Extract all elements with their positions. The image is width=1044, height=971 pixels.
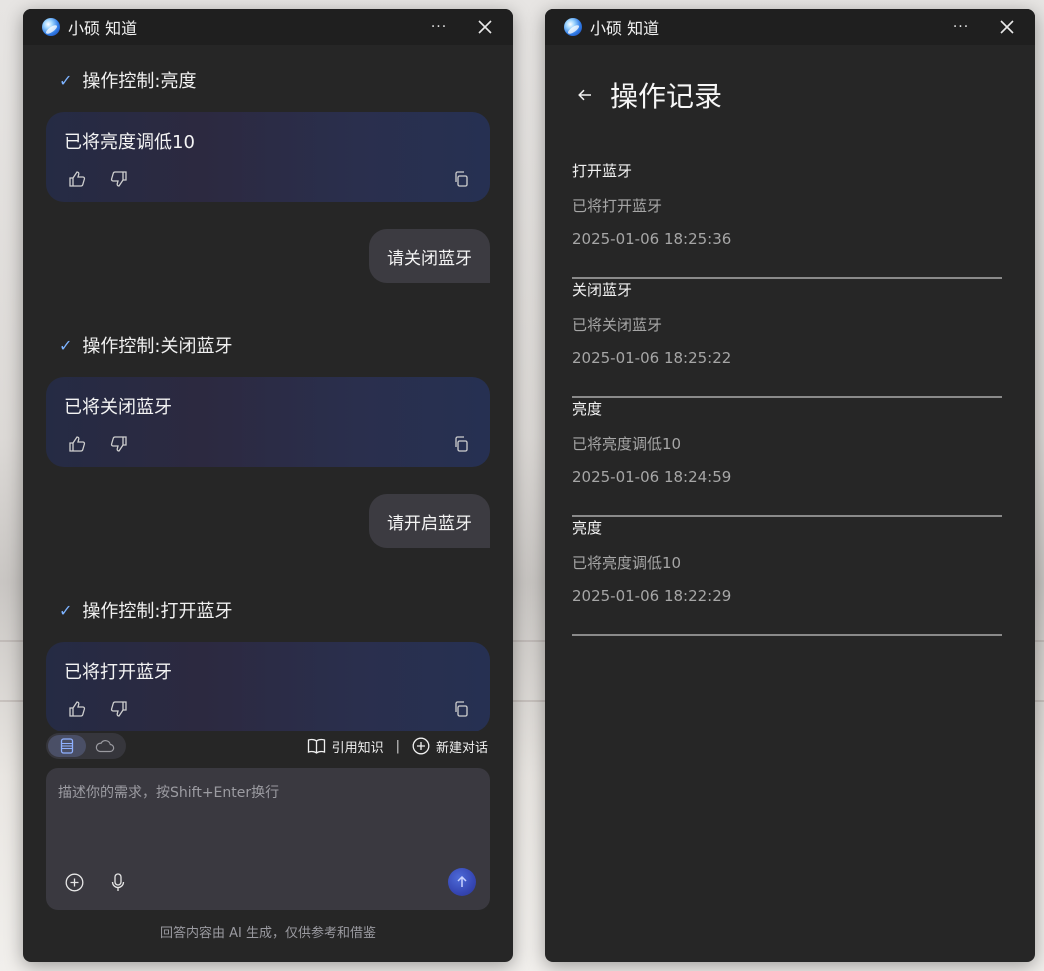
copy-icon <box>455 171 468 187</box>
ai-reply-card: 已将打开蓝牙 <box>46 642 490 731</box>
app-logo-icon <box>42 18 60 36</box>
check-icon: ✓ <box>59 600 73 620</box>
thumbs-up-button[interactable] <box>66 433 88 455</box>
reply-actions <box>66 433 472 455</box>
copy-button[interactable] <box>450 433 472 455</box>
ai-reply-text: 已将关闭蓝牙 <box>64 397 172 418</box>
user-message: 请开启蓝牙 <box>369 494 490 548</box>
toolbar-separator: | <box>395 738 400 754</box>
ai-disclaimer: 回答内容由 AI 生成，仅供参考和借鉴 <box>160 926 376 941</box>
reply-actions <box>66 698 472 720</box>
history-record[interactable]: 亮度 已将亮度调低10 2025-01-06 18:22:29 <box>572 517 1002 636</box>
arrow-left-icon <box>578 89 591 101</box>
record-timestamp: 2025-01-06 18:25:22 <box>572 349 732 367</box>
cite-knowledge-button[interactable]: 引用知识 <box>307 737 384 756</box>
record-description: 已将关闭蓝牙 <box>572 316 663 334</box>
operation-status-label: 操作控制:关闭蓝牙 <box>82 336 233 357</box>
app-title: 小硕 知道 <box>68 19 138 38</box>
operation-status: ✓ 操作控制:打开蓝牙 <box>59 597 232 623</box>
record-title: 亮度 <box>572 519 603 537</box>
thumbs-down-icon <box>110 436 127 452</box>
cloud-icon <box>95 740 115 753</box>
record-description: 已将亮度调低10 <box>572 554 682 572</box>
microphone-icon <box>111 872 125 891</box>
history-record[interactable]: 关闭蓝牙 已将关闭蓝牙 2025-01-06 18:25:22 <box>572 279 1002 398</box>
history-record[interactable]: 打开蓝牙 已将打开蓝牙 2025-01-06 18:25:36 <box>572 160 1002 279</box>
composer-toolbar: 引用知识 | 新建对话 <box>46 733 488 759</box>
operation-status: ✓ 操作控制:关闭蓝牙 <box>59 332 232 358</box>
attach-button[interactable] <box>62 870 86 894</box>
user-message: 请关闭蓝牙 <box>369 229 490 283</box>
thumbs-down-button[interactable] <box>108 433 130 455</box>
message-composer <box>46 768 490 910</box>
cloud-mode-option[interactable] <box>86 735 124 757</box>
new-chat-label: 新建对话 <box>435 740 488 756</box>
record-timestamp: 2025-01-06 18:25:36 <box>572 230 732 248</box>
new-chat-button[interactable]: 新建对话 <box>412 737 488 756</box>
close-icon <box>1000 20 1014 34</box>
back-button[interactable] <box>572 82 598 108</box>
voice-input-button[interactable] <box>106 870 130 894</box>
copy-icon <box>455 701 468 717</box>
local-mode-option[interactable] <box>48 735 86 757</box>
copy-icon <box>455 436 468 452</box>
more-options-button[interactable]: ··· <box>945 11 977 43</box>
history-header: 操作记录 <box>572 75 722 115</box>
app-title: 小硕 知道 <box>590 19 660 38</box>
thumbs-up-icon <box>69 171 86 187</box>
ai-reply-card: 已将亮度调低10 <box>46 112 490 202</box>
chat-window: 小硕 知道 ··· ✓ 操作控制:亮度 已将亮度调低10 请关闭蓝牙 ✓ 操作控… <box>23 9 513 962</box>
cite-knowledge-label: 引用知识 <box>331 740 384 756</box>
message-input[interactable] <box>58 782 468 842</box>
title-bar: 小硕 知道 ··· <box>23 9 513 45</box>
thumbs-up-icon <box>69 701 86 717</box>
ai-reply-text: 已将打开蓝牙 <box>64 662 172 683</box>
database-icon <box>60 738 74 754</box>
thumbs-up-icon <box>69 436 86 452</box>
app-logo-icon <box>564 18 582 36</box>
ai-reply-card: 已将关闭蓝牙 <box>46 377 490 467</box>
plus-circle-icon <box>412 737 430 755</box>
thumbs-down-icon <box>110 701 127 717</box>
thumbs-down-button[interactable] <box>108 698 130 720</box>
check-icon: ✓ <box>59 70 73 90</box>
thumbs-down-icon <box>110 171 127 187</box>
history-record[interactable]: 亮度 已将亮度调低10 2025-01-06 18:24:59 <box>572 398 1002 517</box>
thumbs-up-button[interactable] <box>66 698 88 720</box>
record-title: 打开蓝牙 <box>572 162 633 180</box>
copy-button[interactable] <box>450 168 472 190</box>
mode-toggle[interactable] <box>46 733 126 759</box>
plus-circle-icon <box>65 873 83 891</box>
close-button[interactable] <box>991 11 1023 43</box>
operation-status-label: 操作控制:亮度 <box>82 71 197 92</box>
check-icon: ✓ <box>59 335 73 355</box>
record-title: 关闭蓝牙 <box>572 281 633 299</box>
operation-status: ✓ 操作控制:亮度 <box>59 67 196 93</box>
close-button[interactable] <box>469 11 501 43</box>
record-timestamp: 2025-01-06 18:24:59 <box>572 468 732 486</box>
arrow-up-icon <box>457 876 467 887</box>
title-bar: 小硕 知道 ··· <box>545 9 1035 45</box>
more-options-button[interactable]: ··· <box>423 11 455 43</box>
more-icon: ··· <box>430 19 448 35</box>
copy-button[interactable] <box>450 698 472 720</box>
record-timestamp: 2025-01-06 18:22:29 <box>572 587 732 605</box>
thumbs-up-button[interactable] <box>66 168 88 190</box>
thumbs-down-button[interactable] <box>108 168 130 190</box>
close-icon <box>478 20 492 34</box>
record-description: 已将打开蓝牙 <box>572 197 663 215</box>
book-icon <box>307 738 325 754</box>
record-description: 已将亮度调低10 <box>572 435 682 453</box>
history-window: 小硕 知道 ··· 操作记录 打开蓝牙 已将打开蓝牙 2025-01-06 18… <box>545 9 1035 962</box>
record-title: 亮度 <box>572 400 603 418</box>
ai-reply-text: 已将亮度调低10 <box>64 132 195 153</box>
operation-status-label: 操作控制:打开蓝牙 <box>82 601 233 622</box>
more-icon: ··· <box>952 19 970 35</box>
page-title: 操作记录 <box>610 80 723 113</box>
send-button[interactable] <box>448 868 476 896</box>
chat-message-list[interactable]: ✓ 操作控制:亮度 已将亮度调低10 请关闭蓝牙 ✓ 操作控制:关闭蓝牙 已将关… <box>23 45 513 731</box>
reply-actions <box>66 168 472 190</box>
